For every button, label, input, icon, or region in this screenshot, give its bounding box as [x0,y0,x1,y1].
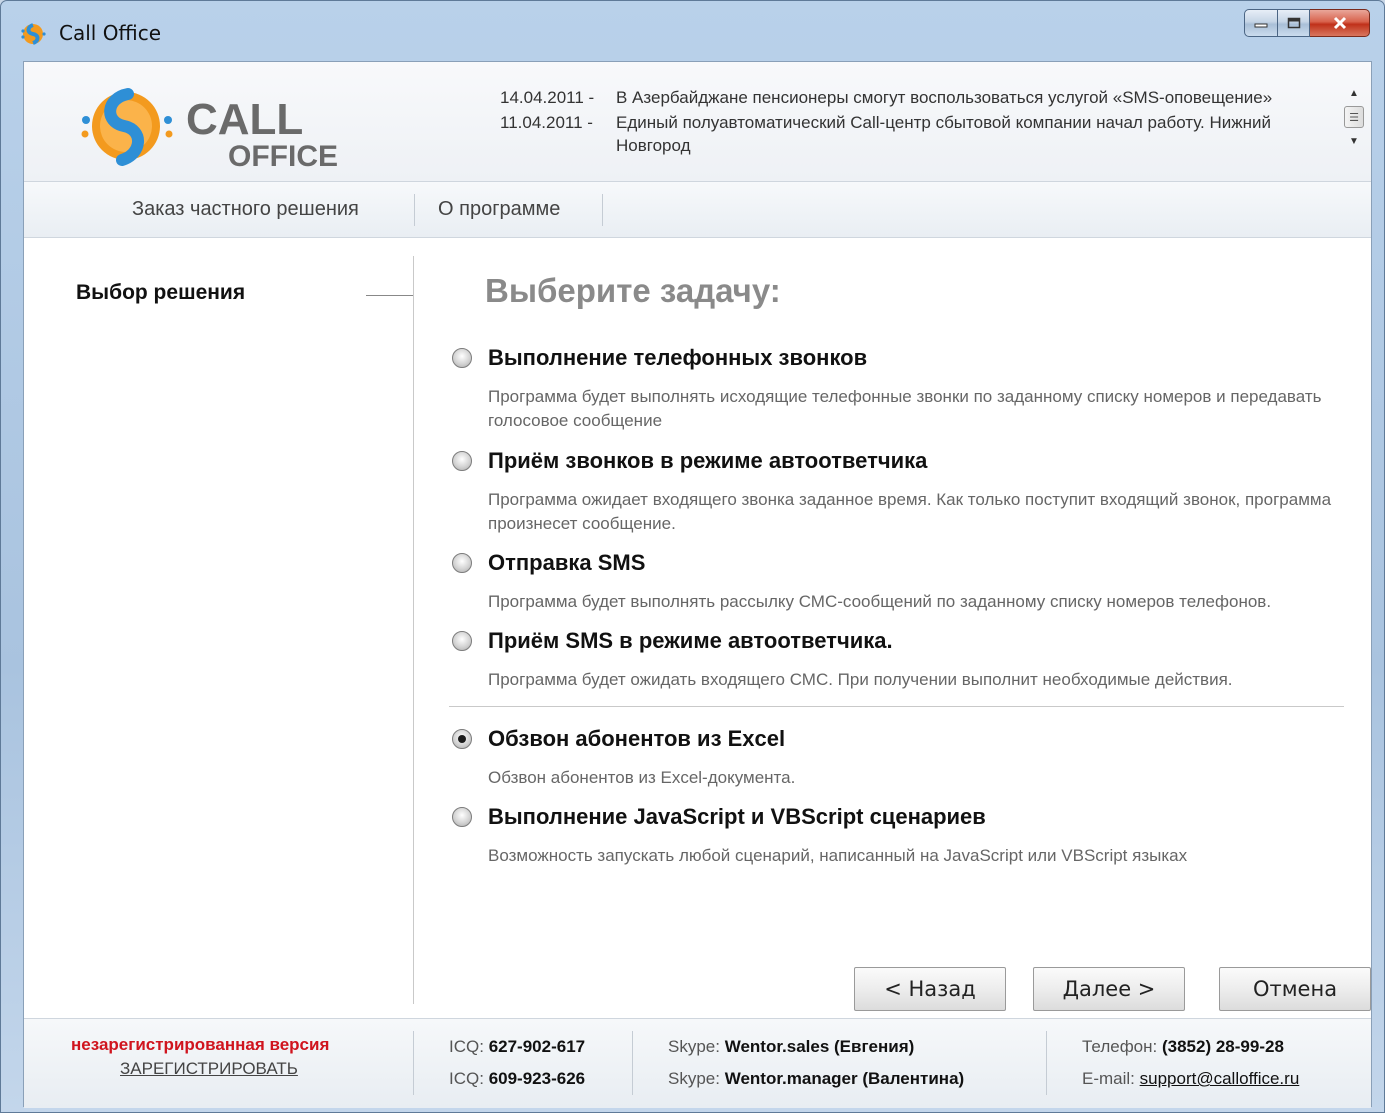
news-item[interactable]: 11.04.2011 - Единый полуавтоматический C… [500,111,1320,157]
option-description: Программа будет выполнять исходящие теле… [488,387,1322,430]
icq-label: ICQ: [449,1037,484,1056]
footer-separator [1046,1031,1047,1095]
icq-contact-2: ICQ: 609-923-626 [449,1069,585,1089]
scroll-up-icon[interactable]: ▲ [1342,84,1366,102]
option-description: Программа ожидает входящего звонка задан… [488,490,1332,533]
option-description: Программа будет ожидать входящего СМС. П… [488,670,1233,689]
skype-id: Wentor.sales (Евгения) [724,1037,915,1056]
option-excel-dialer[interactable]: Обзвон абонентов из Excel Обзвон абонент… [452,726,1372,790]
news-text: В Азербайджане пенсионеры смогут восполь… [616,88,1273,107]
nav-about[interactable]: О программе [438,198,560,221]
radio-button[interactable] [452,451,472,471]
window-controls [1244,9,1370,37]
footer: незарегистрированная версия ЗАРЕГИСТРИРО… [24,1018,1371,1108]
client-area: CALL OFFICE 14.04.2011 - В Азербайджане … [23,61,1372,1108]
news-date: 14.04.2011 - [500,88,595,107]
radio-button[interactable] [452,553,472,573]
register-link[interactable]: ЗАРЕГИСТРИРОВАТЬ [120,1059,298,1079]
step-select-solution: Выбор решения [76,281,246,304]
nav-separator [602,194,603,226]
title-bar[interactable]: Call Office [1,1,1384,61]
option-title[interactable]: Обзвон абонентов из Excel [488,726,785,752]
minimize-button[interactable] [1244,9,1278,37]
nav-separator [414,194,415,226]
nav-bar: Заказ частного решения О программе [24,182,1371,238]
phone-number: (3852) 28-99-28 [1161,1037,1284,1056]
scroll-down-icon[interactable]: ▼ [1342,132,1366,150]
option-title[interactable]: Отправка SMS [488,550,645,576]
icq-label: ICQ: [449,1069,484,1088]
steps-panel: Выбор решения [24,239,414,1019]
radio-button-selected[interactable] [452,729,472,749]
page-title: Выберите задачу: [485,272,781,309]
skype-contact-1: Skype: Wentor.sales (Евгения) [668,1037,914,1057]
phone-contact: Телефон: (3852) 28-99-28 [1082,1037,1284,1057]
option-description: Возможность запускать любой сценарий, на… [488,846,1188,865]
option-description: Программа будет выполнять рассылку СМС-с… [488,592,1272,611]
radio-button[interactable] [452,807,472,827]
news-item[interactable]: 14.04.2011 - В Азербайджане пенсионеры с… [500,86,1320,109]
radio-button[interactable] [452,348,472,368]
close-icon [1333,16,1346,30]
call-office-logo: CALL OFFICE [81,88,338,170]
news-date: 11.04.2011 - [500,113,593,132]
close-button[interactable] [1310,9,1370,37]
phone-label: Телефон: [1082,1037,1158,1056]
email-label: E-mail: [1082,1069,1135,1088]
logo-text-call: CALL [186,95,303,144]
option-title[interactable]: Выполнение телефонных звонков [488,345,867,371]
option-title[interactable]: Приём SMS в режиме автоответчика. [488,628,893,654]
scroll-thumb[interactable]: ☰ [1344,106,1364,128]
skype-id: Wentor.manager (Валентина) [724,1069,965,1088]
email-contact: E-mail: support@calloffice.ru [1082,1069,1299,1089]
footer-separator [413,1031,414,1095]
icq-number: 627-902-617 [488,1037,586,1056]
minimize-icon [1254,23,1268,28]
option-scripts[interactable]: Выполнение JavaScript и VBScript сценари… [452,804,1372,868]
unregistered-version-label: незарегистрированная версия [71,1035,330,1054]
option-phone-calls[interactable]: Выполнение телефонных звонков Программа … [452,345,1372,433]
option-answering-machine[interactable]: Приём звонков в режиме автоответчика Про… [452,448,1372,536]
cancel-button[interactable]: Отмена [1219,967,1371,1011]
email-link[interactable]: support@calloffice.ru [1140,1069,1300,1088]
window-title: Call Office [59,21,162,45]
app-logo-icon [21,23,46,45]
nav-order-custom-solution[interactable]: Заказ частного решения [132,198,359,221]
option-description: Обзвон абонентов из Excel-документа. [488,768,796,787]
next-button[interactable]: Далее > [1033,967,1185,1011]
panel-divider [413,256,414,1004]
app-window: Call Office CALL OFFICE 14.04.2011 - В А… [0,0,1385,1113]
icq-number: 609-923-626 [488,1069,586,1088]
step-indicator-line [366,295,414,296]
options-separator [449,706,1344,707]
option-send-sms[interactable]: Отправка SMS Программа будет выполнять р… [452,550,1372,614]
maximize-button[interactable] [1278,9,1310,37]
news-ticker: 14.04.2011 - В Азербайджане пенсионеры с… [500,86,1320,159]
skype-label: Skype: [668,1037,720,1056]
logo-text-office: OFFICE [228,140,338,170]
option-sms-answering[interactable]: Приём SMS в режиме автоответчика. Програ… [452,628,1372,692]
radio-button[interactable] [452,631,472,651]
header: CALL OFFICE 14.04.2011 - В Азербайджане … [24,62,1371,182]
icq-contact-1: ICQ: 627-902-617 [449,1037,585,1057]
skype-contact-2: Skype: Wentor.manager (Валентина) [668,1069,964,1089]
back-button[interactable]: < Назад [854,967,1006,1011]
news-scrollbar[interactable]: ▲ ☰ ▼ [1342,84,1366,180]
skype-label: Skype: [668,1069,720,1088]
footer-separator [632,1031,633,1095]
option-title[interactable]: Выполнение JavaScript и VBScript сценари… [488,804,986,830]
news-text: Единый полуавтоматический Call-центр сбы… [616,113,1272,155]
maximize-icon [1287,17,1300,29]
option-title[interactable]: Приём звонков в режиме автоответчика [488,448,927,474]
